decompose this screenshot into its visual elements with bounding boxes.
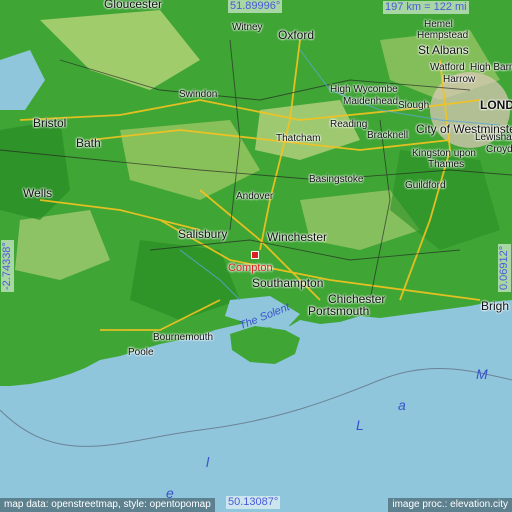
label-bath: Bath [76, 136, 101, 150]
label-maidenhead: Maidenhead [343, 96, 399, 107]
label-brighton: Brigh [481, 299, 510, 313]
label-guildford: Guildford [405, 180, 446, 191]
label-slough: Slough [398, 100, 430, 111]
label-gloucester: Gloucester [104, 0, 163, 11]
label-poole: Poole [128, 347, 154, 358]
label-oxford: Oxford [278, 28, 315, 42]
label-winchester: Winchester [267, 230, 328, 244]
label-wells: Wells [23, 186, 53, 200]
credit-map-data: map data: openstreetmap, style: opentopo… [0, 498, 215, 512]
label-watford: Watford [430, 62, 465, 73]
label-hempstead: Hempstead [417, 30, 469, 41]
coord-bottom: 50.13087° [226, 496, 281, 509]
coord-top: 51.89996° [228, 0, 283, 13]
label-portsmouth: Portsmouth [308, 304, 370, 318]
channel-letter-a: a [398, 397, 406, 413]
location-marker[interactable] [251, 251, 259, 259]
label-lewisham: Lewisham [475, 132, 512, 143]
label-compton: Compton [228, 262, 273, 274]
label-salisbury: Salisbury [178, 227, 228, 241]
coord-left: -2.74338° [1, 240, 14, 292]
label-kingston: Kingston upon [412, 148, 476, 159]
coord-right: 0.06912° [498, 243, 511, 292]
label-thames: Thames [428, 159, 465, 170]
channel-letter-m: M [476, 366, 488, 382]
label-thatcham: Thatcham [276, 133, 321, 144]
label-london: LONDON [480, 98, 512, 112]
label-andover: Andover [236, 191, 274, 202]
label-high-barnet: High Barnet [470, 62, 512, 73]
credit-image-proc: image proc.: elevation.city [388, 498, 512, 512]
label-bournemouth: Bournemouth [153, 332, 214, 343]
label-high-wycombe: High Wycombe [330, 84, 398, 95]
label-harrow: Harrow [443, 74, 476, 85]
scale-bar: 197 km = 122 mi [383, 1, 469, 14]
label-basingstoke: Basingstoke [309, 174, 364, 185]
channel-letter-l2: l [206, 454, 210, 470]
label-croydon: Croydon [486, 144, 512, 155]
label-southampton: Southampton [252, 276, 324, 290]
label-reading: Reading [330, 119, 368, 130]
label-swindon: Swindon [179, 89, 218, 100]
label-st-albans: St Albans [418, 43, 469, 57]
label-bracknell: Bracknell [367, 130, 409, 141]
channel-letter-l: L [356, 417, 364, 433]
label-bristol: Bristol [33, 116, 67, 130]
label-hemel: Hemel [424, 19, 453, 30]
label-witney: Witney [232, 22, 263, 33]
